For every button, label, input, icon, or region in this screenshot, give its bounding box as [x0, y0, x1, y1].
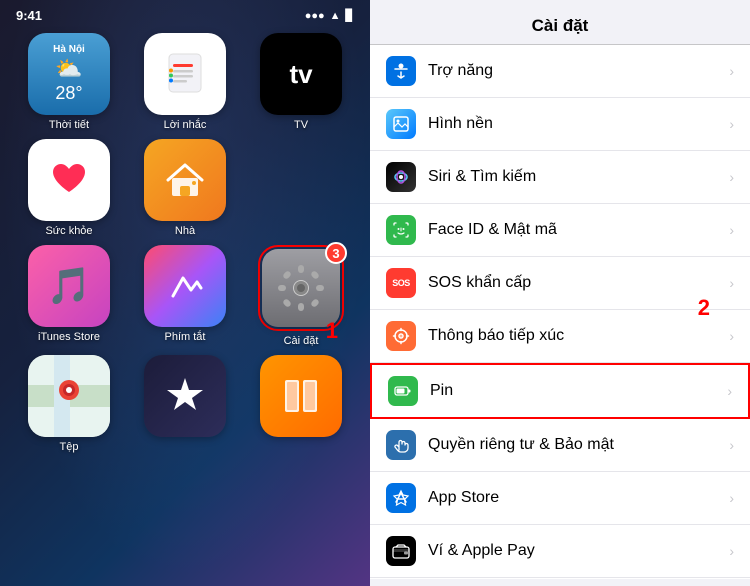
status-icons: ●●● ▲ ▊ — [305, 9, 354, 22]
status-time: 9:41 — [16, 8, 42, 23]
app-home-label: Nhà — [175, 225, 195, 237]
wallpaper-chevron: › — [729, 116, 734, 132]
contact-icon — [386, 321, 416, 351]
app-settings-label: Cài đặt — [284, 335, 319, 347]
siri-icon — [386, 162, 416, 192]
status-bar: 9:41 ●●● ▲ ▊ — [0, 0, 370, 27]
faceid-label: Face ID & Mật mã — [428, 221, 717, 239]
settings-item-battery[interactable]: Pin › — [370, 363, 750, 419]
settings-item-appstore[interactable]: App Store › — [370, 472, 750, 525]
battery-icon — [388, 376, 418, 406]
accessibility-label: Trợ năng — [428, 62, 717, 80]
app-shortcuts[interactable]: Phím tắt — [134, 245, 236, 347]
battery-chevron: › — [727, 383, 732, 399]
wallet-icon — [386, 536, 416, 566]
settings-header: Cài đặt — [370, 0, 750, 45]
wallet-chevron: › — [729, 543, 734, 559]
settings-item-wallet[interactable]: Ví & Apple Pay › — [370, 525, 750, 578]
settings-item-siri[interactable]: Siri & Tìm kiếm › — [370, 151, 750, 204]
app-itunes[interactable]: 🎵 iTunes Store — [18, 245, 120, 347]
appstore-label: App Store — [428, 489, 717, 507]
settings-title: Cài đặt — [532, 16, 589, 35]
privacy-icon — [386, 430, 416, 460]
app-weather-label: Thời tiết — [49, 119, 89, 131]
app-home[interactable]: Nhà — [134, 139, 236, 237]
siri-label: Siri & Tìm kiếm — [428, 168, 717, 186]
appstore-icon — [386, 483, 416, 513]
app-weather[interactable]: Hà Nội ⛅ 28° Thời tiết — [18, 33, 120, 131]
app-health-label: Sức khỏe — [45, 225, 92, 237]
settings-item-password[interactable]: Mật khẩu › — [370, 578, 750, 579]
app-shortcuts-label: Phím tắt — [165, 331, 206, 343]
privacy-chevron: › — [729, 437, 734, 453]
settings-list[interactable]: Trợ năng › Hình nền › — [370, 45, 750, 579]
app-tv[interactable]: tv TV — [250, 33, 352, 131]
sos-label: SOS khẩn cấp — [428, 274, 717, 292]
faceid-chevron: › — [729, 222, 734, 238]
wallpaper-icon — [386, 109, 416, 139]
app-tv-label: TV — [294, 119, 308, 131]
app-reminders[interactable]: Lời nhắc — [134, 33, 236, 131]
app-maps[interactable]: Tệp — [18, 355, 120, 453]
home-screen: 9:41 ●●● ▲ ▊ Hà Nội ⛅ 28° Thời tiết — [0, 0, 370, 586]
app-star[interactable] — [134, 355, 236, 453]
contact-label: Thông báo tiếp xúc — [428, 327, 717, 345]
contact-chevron: › — [729, 328, 734, 344]
sos-icon: SOS — [386, 268, 416, 298]
app-health[interactable]: Sức khỏe — [18, 139, 120, 237]
battery-icon: ▊ — [346, 9, 354, 22]
settings-panel: Cài đặt Trợ năng › Hình nền — [370, 0, 750, 586]
app-itunes-label: iTunes Store — [38, 331, 100, 343]
gear-icon — [276, 263, 326, 313]
accessibility-icon — [386, 56, 416, 86]
sos-chevron: › — [729, 275, 734, 291]
app-books[interactable] — [250, 355, 352, 453]
signal-icon: ●●● — [305, 10, 325, 22]
app-maps-label: Tệp — [60, 441, 79, 453]
privacy-label: Quyền riêng tư & Bảo mật — [428, 436, 717, 454]
step-1-label: 1 — [326, 318, 338, 344]
siri-chevron: › — [729, 169, 734, 185]
settings-item-privacy[interactable]: Quyền riêng tư & Bảo mật › — [370, 419, 750, 472]
settings-item-accessibility[interactable]: Trợ năng › — [370, 45, 750, 98]
settings-item-sos[interactable]: SOS SOS khẩn cấp › — [370, 257, 750, 310]
settings-item-wallpaper[interactable]: Hình nền › — [370, 98, 750, 151]
settings-badge: 3 — [325, 242, 347, 264]
battery-label: Pin — [430, 382, 715, 400]
wallpaper-label: Hình nền — [428, 115, 717, 133]
app-placeholder — [250, 139, 352, 237]
settings-item-contact[interactable]: Thông báo tiếp xúc › — [370, 310, 750, 363]
wifi-icon: ▲ — [330, 10, 341, 22]
accessibility-chevron: › — [729, 63, 734, 79]
faceid-icon — [386, 215, 416, 245]
settings-item-faceid[interactable]: Face ID & Mật mã › — [370, 204, 750, 257]
app-reminders-label: Lời nhắc — [164, 119, 207, 131]
appstore-chevron: › — [729, 490, 734, 506]
wallet-label: Ví & Apple Pay — [428, 542, 717, 560]
